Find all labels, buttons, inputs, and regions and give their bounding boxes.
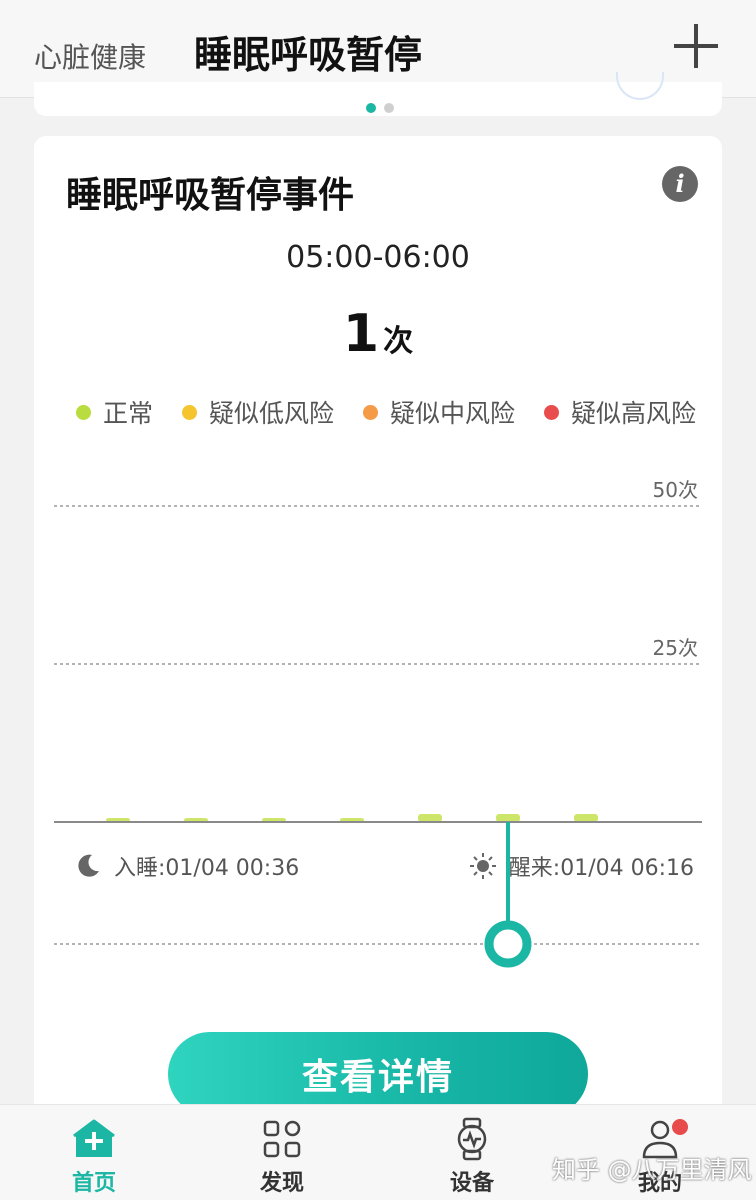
event-count: 1次: [34, 304, 722, 364]
legend-item-low-risk: 疑似低风险: [181, 394, 334, 430]
moon-icon: [78, 854, 99, 877]
nav-label: 发现: [259, 1171, 304, 1196]
chart-bar: [496, 814, 520, 822]
previous-card: [34, 72, 722, 117]
legend-label: 疑似低风险: [208, 399, 334, 428]
legend-label: 正常: [103, 399, 154, 428]
info-icon[interactable]: i: [662, 166, 698, 202]
sleep-in: 入睡:01/04 00:36: [74, 850, 299, 882]
decoration-icon: [616, 72, 664, 100]
time-range: 05:00-06:00: [286, 240, 470, 275]
event-count-unit: 次: [383, 324, 414, 359]
card-title: 睡眠呼吸暂停事件: [66, 175, 355, 216]
legend-label: 疑似高风险: [570, 399, 696, 428]
nav-label: 设备: [449, 1171, 494, 1196]
add-button[interactable]: [672, 22, 720, 70]
legend-item-high-risk: 疑似高风险: [543, 394, 696, 430]
tab-heart-health[interactable]: 心脏健康: [34, 36, 146, 76]
chart-bar: [574, 814, 598, 822]
sleep-in-text: 入睡:01/04 00:36: [114, 856, 300, 881]
wake-up: 醒来:01/04 06:16: [469, 850, 694, 882]
page-dot-active: [366, 103, 376, 113]
notification-dot: [672, 1119, 688, 1135]
legend-dot: [543, 404, 559, 420]
nav-item-discover[interactable]: 发现: [222, 1117, 342, 1197]
legend-item-medium-risk: 疑似中风险: [362, 394, 515, 430]
wake-up-text: 醒来:01/04 06:16: [508, 856, 694, 881]
legend-dot: [362, 404, 378, 420]
legend-dot: [181, 404, 197, 420]
nav-item-devices[interactable]: 设备: [412, 1117, 532, 1197]
y-tick-label: 50次: [653, 478, 698, 502]
selection-handle: [484, 920, 532, 968]
page-indicator: [366, 98, 402, 117]
apnea-bar-chart[interactable]: 25次 50次: [34, 466, 722, 986]
legend-dot: [76, 404, 91, 420]
nav-item-home[interactable]: 首页: [34, 1117, 154, 1197]
chart-bar: [418, 814, 442, 822]
page-dot: [384, 103, 394, 113]
sun-icon: [469, 853, 496, 879]
event-count-value: 1: [342, 304, 380, 364]
home-plus-icon: [73, 1119, 115, 1157]
y-tick-label: 25次: [653, 636, 698, 660]
chart-legend: 正常 疑似低风险 疑似中风险 疑似高风险: [76, 394, 696, 430]
sleep-times: 入睡:01/04 00:36 醒来:01/04 06:16: [74, 850, 694, 882]
legend-item-normal: 正常: [76, 394, 153, 430]
discover-grid-icon: [263, 1120, 301, 1158]
watermark: 知乎 @八万里清风: [552, 1156, 752, 1184]
watch-icon: [457, 1117, 487, 1161]
legend-label: 疑似中风险: [389, 399, 515, 428]
nav-label: 首页: [71, 1171, 116, 1196]
apnea-events-card: 睡眠呼吸暂停事件 i 05:00-06:00 1次 正常 疑似低风险 疑似中风险…: [34, 136, 722, 1136]
tab-sleep-apnea[interactable]: 睡眠呼吸暂停: [194, 24, 422, 79]
